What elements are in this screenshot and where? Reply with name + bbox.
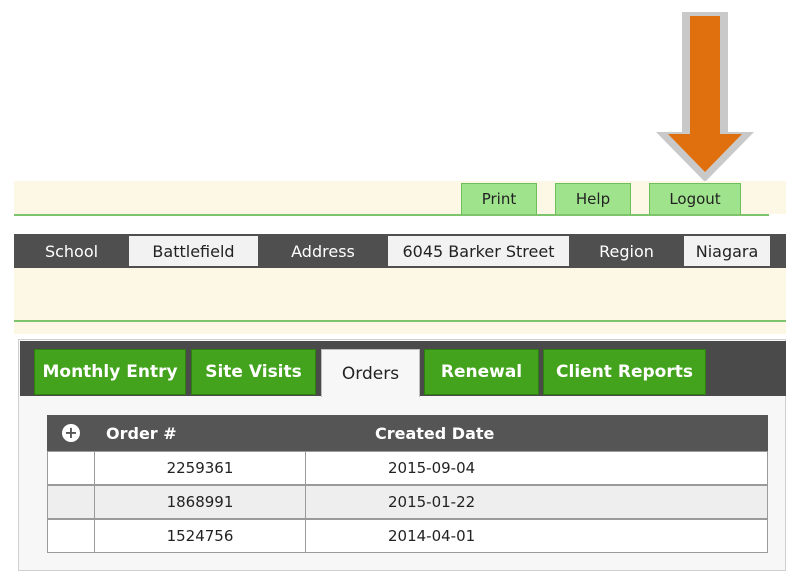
tab-renewal[interactable]: Renewal <box>424 349 539 395</box>
table-row[interactable]: 1868991 2015-01-22 <box>47 485 768 519</box>
address-value: 6045 Barker Street <box>388 236 569 266</box>
created-date-cell: 2014-04-01 <box>388 527 476 545</box>
table-row[interactable]: 1524756 2014-04-01 <box>47 519 768 553</box>
spacer-band <box>14 268 786 322</box>
address-label: Address <box>291 241 355 261</box>
plus-circle-icon[interactable]: + <box>62 424 80 442</box>
column-header-order[interactable]: Order # <box>106 415 177 451</box>
region-value: Niagara <box>684 236 770 266</box>
spacer-band-lower <box>14 322 786 334</box>
order-number-cell: 2259361 <box>95 452 306 484</box>
row-select-cell[interactable] <box>48 486 95 518</box>
created-date-cell: 2015-09-04 <box>388 459 476 477</box>
order-number-cell: 1524756 <box>95 520 306 552</box>
down-arrow-icon <box>656 12 754 182</box>
tab-orders[interactable]: Orders <box>321 349 420 397</box>
row-select-cell[interactable] <box>48 452 95 484</box>
header-divider <box>14 214 769 216</box>
row-select-cell[interactable] <box>48 520 95 552</box>
school-value: Battlefield <box>129 236 258 266</box>
region-label: Region <box>599 241 654 261</box>
tab-site-visits[interactable]: Site Visits <box>191 349 316 395</box>
logout-button[interactable]: Logout <box>649 183 741 214</box>
tab-monthly-entry[interactable]: Monthly Entry <box>34 349 186 395</box>
school-label: School <box>44 241 99 261</box>
table-row[interactable]: 2259361 2015-09-04 <box>47 451 768 485</box>
tab-client-reports[interactable]: Client Reports <box>543 349 706 395</box>
print-button[interactable]: Print <box>461 183 537 214</box>
help-button[interactable]: Help <box>555 183 631 214</box>
created-date-cell: 2015-01-22 <box>388 493 476 511</box>
column-header-created-date[interactable]: Created Date <box>375 415 494 451</box>
order-number-cell: 1868991 <box>95 486 306 518</box>
info-bar: School Battlefield Address 6045 Barker S… <box>14 234 786 268</box>
